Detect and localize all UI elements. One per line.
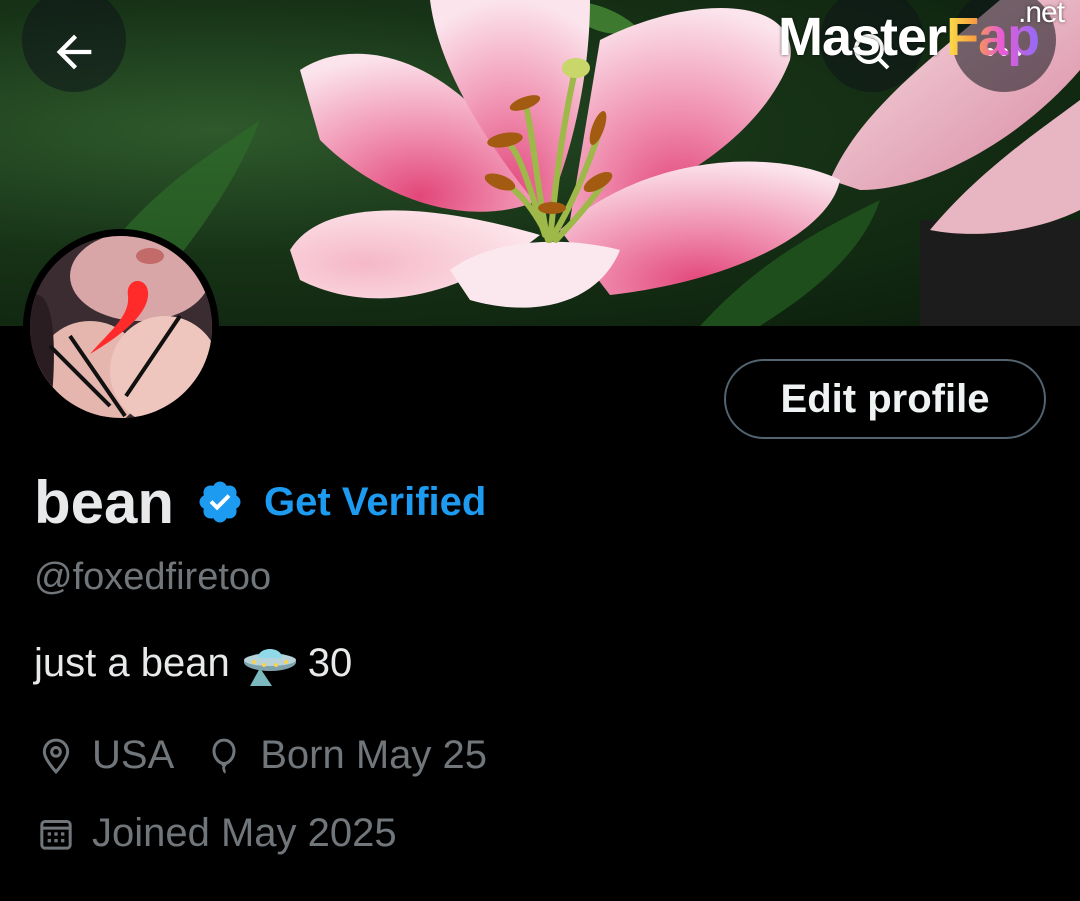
watermark-part1: Master	[778, 7, 947, 67]
bio-suffix: 30	[307, 640, 353, 685]
profile-joined-row: Joined May 2025	[36, 811, 397, 856]
location-icon	[42, 738, 70, 774]
profile-meta-row: USA Born May 25	[36, 733, 487, 778]
verified-badge-icon[interactable]	[196, 478, 244, 526]
avatar[interactable]	[23, 229, 219, 425]
name-row: bean Get Verified	[34, 466, 486, 538]
edit-profile-button[interactable]: Edit profile	[724, 359, 1046, 439]
edit-profile-label: Edit profile	[780, 376, 990, 421]
birthday-item: Born May 25	[204, 733, 487, 778]
display-name: bean	[34, 468, 175, 536]
balloon-icon	[212, 738, 236, 774]
arrow-left-icon	[56, 34, 92, 70]
profile-bio: just a bean 30	[34, 640, 352, 686]
location-item: USA	[36, 733, 174, 778]
watermark-suffix: .net	[1018, 0, 1065, 29]
joined-text: Joined May 2025	[92, 811, 397, 855]
calendar-icon	[40, 819, 72, 850]
get-verified-link[interactable]: Get Verified	[264, 480, 486, 525]
ufo-icon	[243, 649, 296, 686]
user-handle: @foxedfiretoo	[34, 556, 272, 598]
joined-item: Joined May 2025	[36, 811, 397, 856]
location-text: USA	[92, 733, 175, 777]
bio-text: just a bean	[34, 640, 230, 685]
avatar-image	[30, 236, 212, 418]
birthday-text: Born May 25	[260, 733, 488, 777]
watermark-logo: MasterFap .net	[778, 0, 1065, 68]
